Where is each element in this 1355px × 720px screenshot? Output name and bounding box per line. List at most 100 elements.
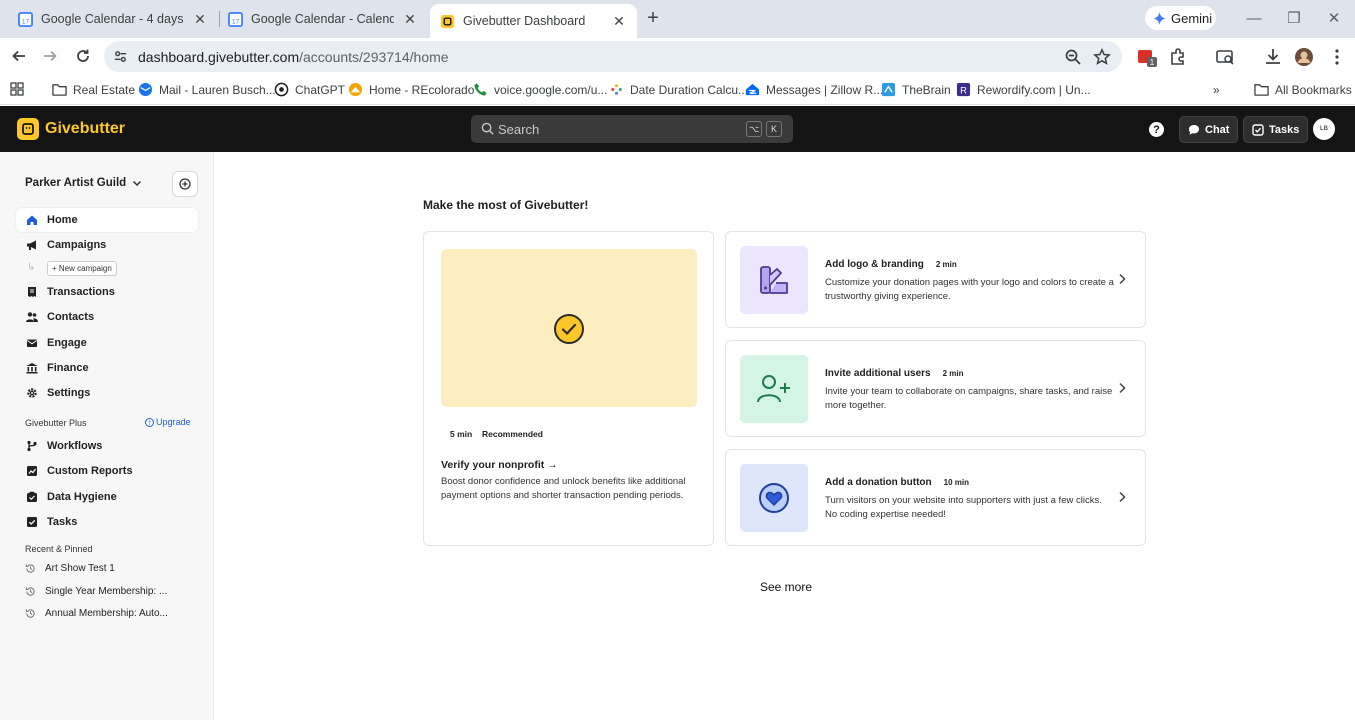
all-bookmarks[interactable]: All Bookmarks: [1254, 81, 1352, 98]
profile-avatar-icon[interactable]: [1294, 47, 1314, 67]
more-vertical-icon[interactable]: [1327, 47, 1347, 67]
bookmark-chatgpt[interactable]: ChatGPT: [274, 81, 345, 98]
card-title[interactable]: Verify your nonprofit →: [441, 459, 558, 471]
card-description: Customize your donation pages with your …: [825, 277, 1114, 302]
gemini-button[interactable]: Gemini: [1145, 6, 1216, 30]
extension-badge: 1: [1150, 58, 1155, 67]
puzzle-extensions-icon[interactable]: [1168, 47, 1188, 67]
recolorado-icon: [348, 82, 363, 97]
card-description: Boost donor confidence and unlock benefi…: [441, 476, 686, 501]
section-recent-pinned: Recent & Pinned: [25, 544, 93, 554]
bookmark-thebrain[interactable]: TheBrain: [881, 81, 951, 98]
minimize-icon[interactable]: —: [1243, 8, 1265, 28]
recent-item[interactable]: Art Show Test 1: [25, 560, 195, 576]
new-tab-button[interactable]: +: [643, 8, 663, 29]
bookmark-label: Rewordify.com | Un...: [977, 82, 1091, 97]
close-icon[interactable]: ✕: [192, 11, 208, 27]
folder-icon: [1254, 84, 1269, 96]
close-icon[interactable]: ✕: [611, 13, 627, 29]
sidebar-item-campaigns[interactable]: Campaigns: [16, 233, 198, 257]
back-button[interactable]: [9, 46, 29, 66]
sidebar-item-custom-reports[interactable]: Custom Reports: [16, 459, 198, 483]
chat-label: Chat: [1205, 123, 1230, 136]
tab-title: Google Calendar - 4 days, starting: [41, 12, 184, 26]
tab-google-calendar-4days[interactable]: 17 Google Calendar - 4 days, starting ✕: [8, 5, 218, 33]
sidebar-item-home[interactable]: Home: [16, 208, 198, 232]
sidebar-item-label: Finance: [47, 362, 89, 374]
donation-button-card[interactable]: Add a donation button 10 min Turn visitor…: [725, 449, 1146, 546]
bookmark-label: Mail - Lauren Busch...: [159, 82, 276, 97]
bookmark-recolorado[interactable]: Home - REcolorado: [348, 81, 474, 98]
history-icon: [25, 586, 35, 596]
restore-icon[interactable]: ❐: [1283, 8, 1305, 28]
reload-icon: [77, 49, 89, 62]
media-cast-icon[interactable]: [1215, 47, 1235, 67]
bookmark-mail[interactable]: Mail - Lauren Busch...: [138, 81, 276, 98]
bookmark-real-estate[interactable]: Real Estate: [52, 81, 135, 98]
new-campaign-button[interactable]: + New campaign: [47, 261, 117, 276]
sidebar-item-label: Home: [47, 214, 78, 226]
bookmark-zillow[interactable]: Messages | Zillow R...: [745, 81, 883, 98]
bookmark-rewordify[interactable]: R Rewordify.com | Un...: [956, 81, 1091, 98]
sidebar-item-workflows[interactable]: Workflows: [16, 434, 198, 458]
see-more-button[interactable]: See more: [760, 580, 812, 594]
arrow-left-icon: [12, 50, 25, 62]
help-icon[interactable]: ?: [1149, 122, 1164, 137]
sidebar-item-data-hygiene[interactable]: Data Hygiene: [16, 485, 198, 509]
tasks-button[interactable]: Tasks: [1243, 116, 1309, 143]
close-icon[interactable]: ✕: [402, 11, 418, 27]
close-window-icon[interactable]: ✕: [1323, 8, 1345, 28]
upgrade-link[interactable]: ↑ Upgrade: [145, 417, 191, 427]
chat-button[interactable]: Chat: [1179, 116, 1239, 143]
apps-grid-icon[interactable]: [10, 82, 24, 96]
site-settings-icon[interactable]: [113, 49, 128, 64]
svg-text:R: R: [960, 85, 967, 95]
tab-givebutter-dashboard[interactable]: Givebutter Dashboard ✕: [430, 4, 637, 38]
recent-item[interactable]: Annual Membership: Auto...: [25, 605, 195, 621]
verify-nonprofit-card[interactable]: 5 min Recommended Verify your nonprofit …: [423, 231, 714, 546]
hero-illustration: [441, 249, 697, 407]
sidebar: Parker Artist Guild Home Campaigns ↳ + N…: [0, 152, 214, 720]
url-path: /accounts/293714/home: [299, 49, 449, 65]
org-name: Parker Artist Guild: [25, 177, 127, 189]
sidebar-item-transactions[interactable]: Transactions: [16, 280, 198, 304]
tab-google-calendar-settings[interactable]: 17 Google Calendar - Calendar settings ✕: [218, 5, 428, 33]
sidebar-item-settings[interactable]: Settings: [16, 381, 198, 405]
reload-button[interactable]: [73, 46, 93, 66]
arrow-right-icon: [44, 50, 57, 62]
chevron-down-icon: [133, 180, 142, 187]
home-icon: [27, 215, 37, 225]
logo-branding-card[interactable]: Add logo & branding 2 min Customize your …: [725, 231, 1146, 328]
org-switcher[interactable]: Parker Artist Guild: [25, 177, 142, 189]
givebutter-favicon-icon: [440, 14, 455, 28]
bookmark-google-voice[interactable]: voice.google.com/u...: [473, 81, 607, 98]
invite-users-card[interactable]: Invite additional users 2 min Invite your…: [725, 340, 1146, 437]
download-icon[interactable]: [1263, 47, 1283, 67]
bookmark-label: Messages | Zillow R...: [766, 82, 884, 97]
zoom-icon[interactable]: [1064, 48, 1082, 66]
sidebar-item-tasks[interactable]: Tasks: [16, 510, 198, 534]
url-host: dashboard.givebutter.com: [138, 49, 300, 65]
sidebar-item-contacts[interactable]: Contacts: [16, 305, 198, 329]
address-bar[interactable]: dashboard.givebutter.com/accounts/293714…: [104, 41, 1122, 72]
forward-button[interactable]: [40, 46, 60, 66]
browser-tabstrip: 17 Google Calendar - 4 days, starting ✕ …: [0, 0, 1355, 38]
sidebar-item-engage[interactable]: Engage: [16, 331, 198, 355]
gemini-label: Gemini: [1171, 10, 1213, 26]
sidebar-item-finance[interactable]: Finance: [16, 356, 198, 380]
tab-title: Givebutter Dashboard: [463, 14, 586, 28]
recent-item[interactable]: Single Year Membership: ...: [25, 583, 195, 599]
add-org-button[interactable]: [172, 171, 198, 197]
app-header: Givebutter Search ⌥ K ? Chat Tasks LB: [0, 106, 1355, 152]
card-description: Turn visitors on your website into suppo…: [825, 495, 1102, 520]
kbd-k: K: [766, 121, 782, 137]
user-avatar[interactable]: LB: [1313, 118, 1335, 140]
tab-title: Google Calendar - Calendar settings: [251, 12, 394, 26]
global-search[interactable]: Search ⌥ K: [471, 115, 793, 143]
bookmark-star-icon[interactable]: [1093, 48, 1111, 66]
extension-red-icon[interactable]: 1: [1137, 47, 1157, 67]
bookmarks-overflow-icon[interactable]: »: [1213, 81, 1220, 98]
givebutter-logo[interactable]: Givebutter: [17, 118, 125, 140]
all-bookmarks-label: All Bookmarks: [1275, 82, 1352, 97]
bookmark-date-duration[interactable]: Date Duration Calcu...: [609, 81, 748, 98]
